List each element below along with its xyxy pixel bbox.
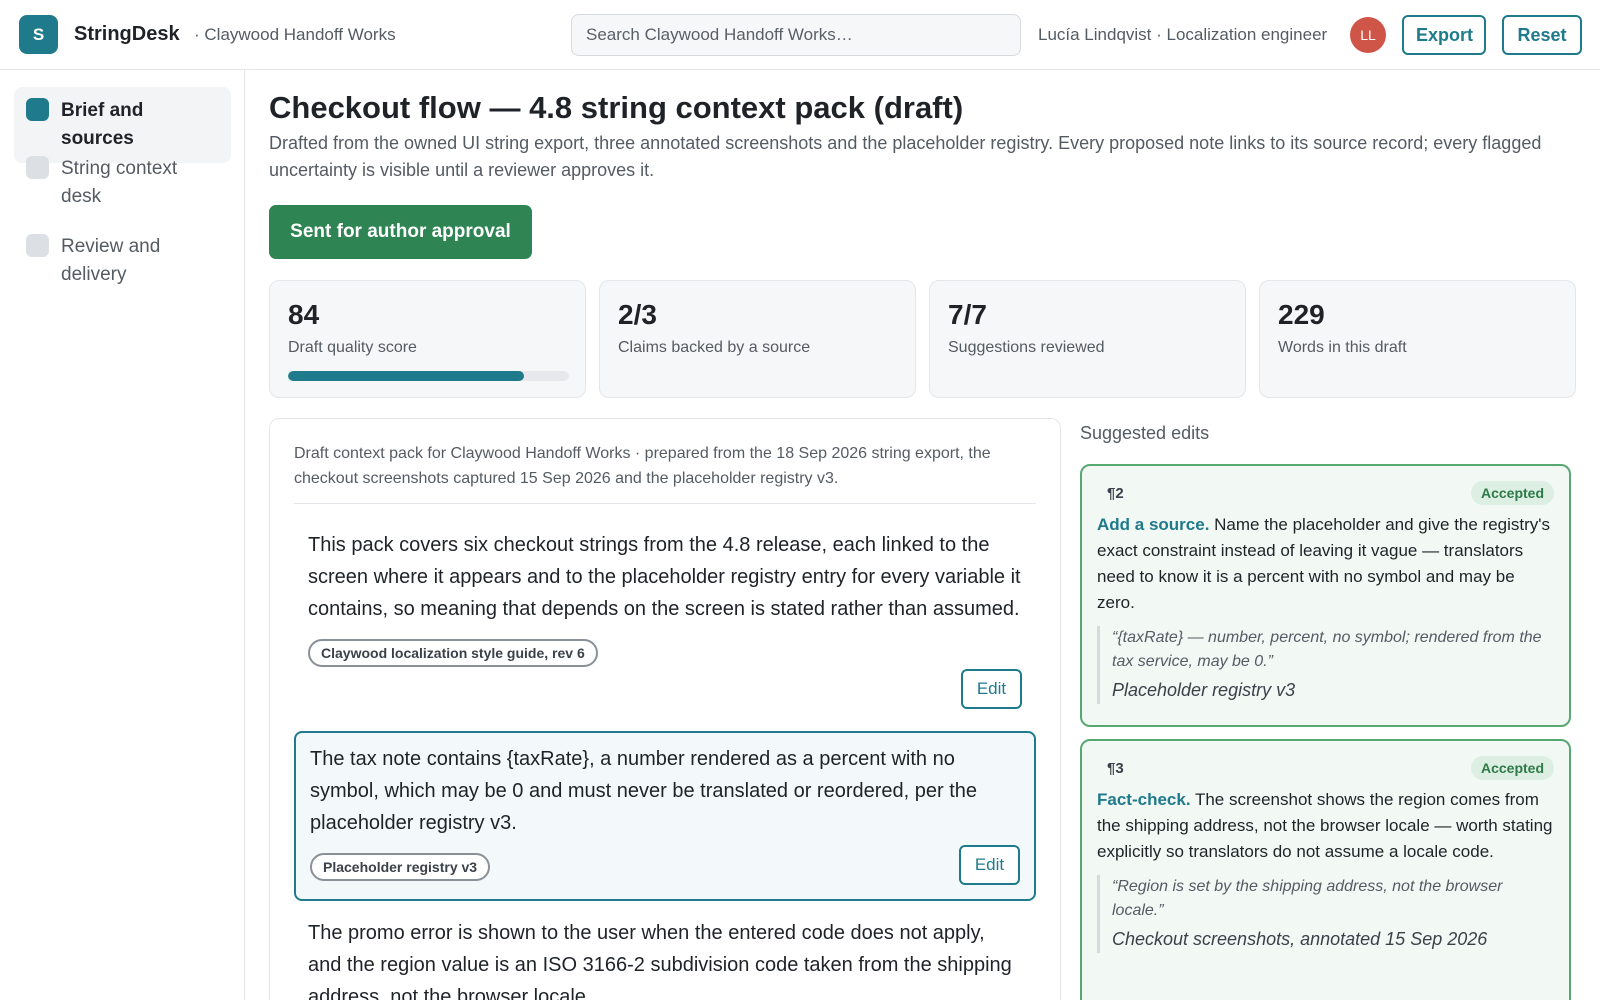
- draft-header: Draft context pack for Claywood Handoff …: [294, 445, 991, 487]
- suggestion-card-1[interactable]: ¶2 Accepted Add a source. Name the place…: [1080, 464, 1571, 727]
- stat-card-suggestions: 7/7 Suggestions reviewed: [929, 280, 1246, 398]
- status-badge: Accepted: [1470, 756, 1554, 780]
- stat-label: Words in this draft: [1278, 339, 1407, 356]
- sidebar-item-string-context-desk[interactable]: String context desk: [14, 145, 231, 221]
- source-chip[interactable]: Placeholder registry v3: [310, 853, 491, 881]
- step-status-icon: [26, 234, 49, 257]
- stat-label: Claims backed by a source: [618, 339, 811, 356]
- divider: [294, 503, 1036, 504]
- sidebar-item-label: Review and delivery: [61, 236, 161, 285]
- stat-card-claims: 2/3 Claims backed by a source: [599, 280, 916, 398]
- page-description: Drafted from the owned UI string export,…: [269, 133, 1542, 180]
- stat-value: 2/3: [618, 299, 657, 330]
- page-title: Checkout flow — 4.8 string context pack …: [269, 90, 964, 125]
- quote-source: Checkout screenshots, annotated 15 Sep 2…: [1112, 929, 1488, 949]
- stat-value: 84: [288, 299, 320, 330]
- paragraph-ref: ¶3: [1107, 759, 1124, 777]
- suggestion-card-2[interactable]: ¶3 Accepted Fact-check. The screenshot s…: [1080, 739, 1571, 1000]
- export-button[interactable]: Export: [1402, 15, 1486, 55]
- source-chip[interactable]: Claywood localization style guide, rev 6: [308, 639, 598, 667]
- app-logo[interactable]: S: [19, 15, 58, 54]
- stat-label: Draft quality score: [288, 339, 417, 356]
- paragraph-text: The tax note contains {taxRate}, a numbe…: [310, 748, 978, 834]
- draft-paragraph-1[interactable]: This pack covers six checkout strings fr…: [294, 519, 1036, 711]
- draft-panel: Draft context pack for Claywood Handoff …: [269, 418, 1061, 1000]
- stat-label: Suggestions reviewed: [948, 339, 1105, 356]
- status-badge: Accepted: [1470, 481, 1554, 505]
- search-input[interactable]: [571, 14, 1021, 56]
- suggestion-body: Add a source. Name the placeholder and g…: [1097, 512, 1554, 616]
- send-for-approval-button[interactable]: Sent for author approval: [269, 205, 532, 259]
- edit-button[interactable]: Edit: [959, 845, 1020, 885]
- quote-text: “{taxRate} — number, percent, no symbol;…: [1112, 629, 1542, 670]
- stat-card-words: 229 Words in this draft: [1259, 280, 1576, 398]
- suggestion-body: Fact-check. The screenshot shows the reg…: [1097, 787, 1554, 865]
- paragraph-text: This pack covers six checkout strings fr…: [308, 534, 1021, 620]
- source-quote: “{taxRate} — number, percent, no symbol;…: [1097, 626, 1554, 704]
- draft-paragraph-2[interactable]: The tax note contains {taxRate}, a numbe…: [294, 731, 1036, 901]
- stat-value: 229: [1278, 299, 1325, 330]
- avatar[interactable]: LL: [1350, 17, 1386, 53]
- sidebar-item-review-and-delivery[interactable]: Review and delivery: [14, 223, 231, 299]
- suggestion-kind: Fact-check.: [1097, 790, 1191, 809]
- suggested-edits-heading: Suggested edits: [1080, 423, 1210, 443]
- step-status-icon: [26, 156, 49, 179]
- quote-text: “Region is set by the shipping address, …: [1112, 878, 1503, 919]
- user-label: Lucía Lindqvist · Localization engineer: [1038, 25, 1328, 44]
- app-name: StringDesk: [74, 23, 180, 45]
- draft-paragraph-3[interactable]: The promo error is shown to the user whe…: [294, 907, 1036, 1000]
- stat-value: 7/7: [948, 299, 987, 330]
- sidebar-item-label: String context desk: [61, 158, 178, 207]
- paragraph-text: The promo error is shown to the user whe…: [308, 922, 1012, 1000]
- sidebar: Brief and sources String context desk Re…: [0, 70, 245, 1000]
- paragraph-ref: ¶2: [1107, 484, 1124, 502]
- reset-button[interactable]: Reset: [1502, 15, 1582, 55]
- stat-card-quality: 84 Draft quality score: [269, 280, 586, 398]
- source-quote: “Region is set by the shipping address, …: [1097, 875, 1554, 953]
- quote-source: Placeholder registry v3: [1112, 680, 1296, 700]
- edit-button[interactable]: Edit: [961, 669, 1022, 709]
- suggestion-kind: Add a source.: [1097, 515, 1210, 534]
- top-bar: S StringDesk · Claywood Handoff Works Lu…: [0, 0, 1600, 70]
- step-status-icon: [26, 98, 49, 121]
- workspace-name: · Claywood Handoff Works: [194, 25, 396, 44]
- quality-progress-bar: [288, 371, 569, 381]
- quality-progress-fill: [288, 371, 525, 381]
